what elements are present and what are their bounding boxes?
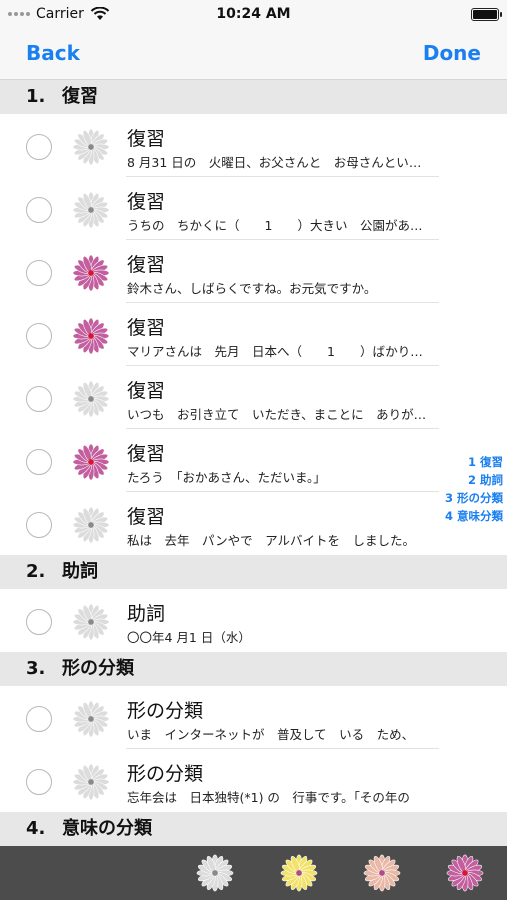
yellow-flower-icon — [280, 854, 318, 892]
row-title: 助詞 — [127, 603, 166, 625]
peach-flower-icon — [363, 854, 401, 892]
flower-icon — [72, 380, 110, 418]
list-item[interactable]: 復習マリアさんは 先月 日本へ（ 1 ）ばかりです。 — [0, 303, 507, 366]
flower-icon — [72, 443, 110, 481]
row-subtitle: 忘年会は 日本独特(*1) の 行事です。「その年の — [127, 790, 410, 805]
list-item[interactable]: 復習私は 去年 パンやで アルバイトを しました。 — [0, 492, 507, 555]
flower-icon — [72, 506, 110, 544]
flower-status — [72, 317, 110, 355]
bottom-toolbar — [0, 846, 507, 900]
row-title: 形の分類 — [127, 763, 204, 785]
flower-icon — [72, 603, 110, 641]
flower-status — [72, 254, 110, 292]
index-item[interactable]: 4 意味分類 — [445, 508, 503, 524]
filter-yellow-flower-button[interactable] — [280, 854, 318, 892]
row-subtitle: いま インターネットが 普及して いる ため、 — [127, 727, 415, 742]
select-radio[interactable] — [26, 323, 52, 349]
row-title: 復習 — [127, 254, 166, 276]
back-button[interactable]: Back — [26, 41, 80, 65]
flower-status — [72, 763, 110, 801]
white-flower-icon — [196, 854, 234, 892]
index-item[interactable]: 1 復習 — [468, 454, 503, 470]
row-subtitle: マリアさんは 先月 日本へ（ 1 ）ばかりです。 — [127, 344, 427, 359]
row-title: 復習 — [127, 506, 166, 528]
section-number: 2. — [26, 561, 46, 582]
section-title: 復習 — [62, 86, 98, 107]
flower-icon — [72, 128, 110, 166]
flower-icon — [72, 191, 110, 229]
row-subtitle: たろう 「おかあさん、ただいま。」 — [127, 470, 326, 485]
filter-pink-flower-button[interactable] — [446, 854, 484, 892]
section-header: 1. 復習 — [0, 80, 507, 114]
select-radio[interactable] — [26, 134, 52, 160]
select-radio[interactable] — [26, 386, 52, 412]
row-title: 形の分類 — [127, 700, 204, 722]
row-subtitle: 〇〇年4 月1 日（水） — [127, 630, 251, 645]
section-number: 3. — [26, 658, 46, 679]
list-item[interactable]: 助詞〇〇年4 月1 日（水） — [0, 589, 507, 652]
list-item[interactable]: 復習鈴木さん、しばらくですね。お元気ですか。 — [0, 240, 507, 303]
flower-icon — [72, 254, 110, 292]
row-subtitle: いつも お引き立て いただき、まことに ありがとうございます。 — [127, 407, 427, 422]
list-item[interactable]: 復習たろう 「おかあさん、ただいま。」 — [0, 429, 507, 492]
index-item[interactable]: 3 形の分類 — [445, 490, 503, 506]
section-number: 4. — [26, 818, 46, 839]
row-title: 復習 — [127, 380, 166, 402]
select-radio[interactable] — [26, 769, 52, 795]
status-bar: Carrier 10:24 AM — [0, 0, 507, 30]
list-item[interactable]: 形の分類いま インターネットが 普及して いる ため、 — [0, 686, 507, 749]
row-subtitle: 私は 去年 パンやで アルバイトを しました。 — [127, 533, 416, 548]
flower-status — [72, 506, 110, 544]
flower-status — [72, 603, 110, 641]
nav-bar: Back Done — [0, 30, 507, 80]
status-time: 10:24 AM — [216, 6, 291, 22]
row-title: 復習 — [127, 443, 166, 465]
flower-status — [72, 128, 110, 166]
row-title: 復習 — [127, 317, 166, 339]
row-title: 復習 — [127, 191, 166, 213]
list-item[interactable]: 復習 8 月31 日の 火曜日、お父さんと お母さんといっしょに — [0, 114, 507, 177]
select-radio[interactable] — [26, 197, 52, 223]
flower-status — [72, 443, 110, 481]
section-title: 助詞 — [62, 561, 98, 582]
section-header: 3. 形の分類 — [0, 652, 507, 686]
flower-status — [72, 191, 110, 229]
index-item[interactable]: 2 助詞 — [468, 472, 503, 488]
filter-peach-flower-button[interactable] — [363, 854, 401, 892]
select-radio[interactable] — [26, 706, 52, 732]
section-index[interactable]: 1 復習 2 助詞 3 形の分類 4 意味分類 — [445, 454, 503, 524]
flower-icon — [72, 763, 110, 801]
section-header: 4. 意味の分類 — [0, 812, 507, 846]
row-subtitle: うちの ちかくに（ 1 ）大きい 公園があります。 — [127, 218, 427, 233]
row-title: 復習 — [127, 128, 166, 150]
flower-status — [72, 700, 110, 738]
select-radio[interactable] — [26, 512, 52, 538]
section-title: 意味の分類 — [62, 818, 152, 839]
flower-icon — [72, 317, 110, 355]
flower-icon — [72, 700, 110, 738]
list-item[interactable]: 復習うちの ちかくに（ 1 ）大きい 公園があります。 — [0, 177, 507, 240]
select-radio[interactable] — [26, 449, 52, 475]
filter-white-flower-button[interactable] — [196, 854, 234, 892]
section-number: 1. — [26, 86, 46, 107]
lesson-list[interactable]: 1. 復習 復習 8 月31 日の 火曜日、お父さんと お母さんといっしょに 復習 うちの… — [0, 80, 507, 846]
row-subtitle: 8 月31 日の 火曜日、お父さんと お母さんといっしょに — [127, 155, 427, 170]
select-radio[interactable] — [26, 609, 52, 635]
pink-flower-icon — [446, 854, 484, 892]
section-header: 2. 助詞 — [0, 555, 507, 589]
list-item[interactable]: 復習いつも お引き立て いただき、まことに ありがとうございます。 — [0, 366, 507, 429]
flower-status — [72, 380, 110, 418]
done-button[interactable]: Done — [423, 41, 481, 65]
list-item[interactable]: 形の分類忘年会は 日本独特(*1) の 行事です。「その年の — [0, 749, 507, 812]
battery-icon — [471, 8, 502, 21]
select-radio[interactable] — [26, 260, 52, 286]
row-subtitle: 鈴木さん、しばらくですね。お元気ですか。 — [127, 281, 377, 296]
section-title: 形の分類 — [62, 658, 134, 679]
